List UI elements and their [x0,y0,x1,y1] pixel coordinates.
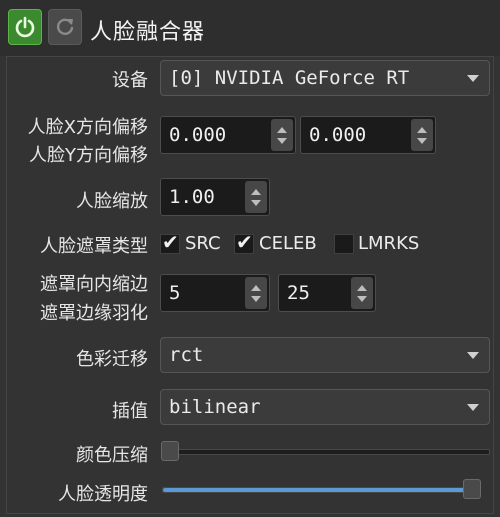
color-compression-slider[interactable] [170,449,490,455]
checkmark-icon: ✔ [236,230,253,254]
lmrks-label: LMRKS [358,233,420,254]
mask-blur-label: 遮罩边缘羽化 [40,303,148,324]
color-compression-label: 颜色压缩 [76,445,148,466]
lmrks-checkbox[interactable] [334,234,354,254]
spin-down-icon[interactable] [277,138,287,144]
interpolation-combo[interactable]: bilinear [160,389,490,425]
offset-y-spinbox[interactable]: 0.000 [300,116,436,154]
device-value: [0] NVIDIA GeForce RT [169,67,410,89]
spin-buttons[interactable] [411,119,433,151]
mask-blur-spinbox[interactable]: 25 [278,274,376,312]
interpolation-value: bilinear [169,396,261,418]
spin-up-icon[interactable] [357,285,367,291]
panel-title: 人脸融合器 [90,20,206,45]
scale-label: 人脸缩放 [76,191,148,212]
power-icon [15,16,35,38]
spin-up-icon[interactable] [251,189,261,195]
color-transfer-value: rct [169,344,204,366]
interpolation-label: 插值 [112,401,148,422]
scale-value: 1.00 [169,186,215,208]
refresh-button[interactable] [48,9,82,45]
chevron-down-icon [467,352,479,359]
spin-down-icon[interactable] [251,296,261,302]
celeb-label: CELEB [259,233,317,254]
offset-x-label: 人脸X方向偏移 [27,117,148,138]
celeb-checkbox[interactable]: ✔ [234,230,254,254]
spin-buttons[interactable] [245,181,267,213]
opacity-handle[interactable] [463,479,481,499]
offset-y-value: 0.000 [309,124,367,146]
spin-buttons[interactable] [351,277,373,309]
color-transfer-label: 色彩迁移 [76,349,148,370]
scale-spinbox[interactable]: 1.00 [160,178,270,216]
src-checkbox[interactable]: ✔ [160,230,180,254]
color-compression-handle[interactable] [161,441,179,461]
mask-erode-value: 5 [169,282,181,304]
offset-y-label: 人脸Y方向偏移 [29,145,148,166]
color-transfer-combo[interactable]: rct [160,337,490,373]
spin-up-icon[interactable] [277,127,287,133]
chevron-down-icon [467,404,479,411]
opacity-fill [163,488,473,492]
chevron-down-icon [467,75,479,82]
face-merger-panel: 人脸融合器 设备 [0] NVIDIA GeForce RT 人脸X方向偏移 人… [0,0,500,517]
mask-erode-spinbox[interactable]: 5 [160,274,270,312]
power-button[interactable] [8,9,42,45]
device-combo[interactable]: [0] NVIDIA GeForce RT [160,60,490,96]
opacity-label: 人脸透明度 [58,484,148,505]
offset-x-value: 0.000 [169,124,227,146]
spin-buttons[interactable] [245,277,267,309]
checkmark-icon: ✔ [162,230,179,254]
offset-x-spinbox[interactable]: 0.000 [160,116,296,154]
spin-down-icon[interactable] [251,200,261,206]
refresh-icon [56,18,74,35]
mask-type-label: 人脸遮罩类型 [40,236,148,257]
mask-erode-label: 遮罩向内缩边 [40,274,148,295]
opacity-slider[interactable] [162,487,474,493]
src-label: SRC [185,233,221,254]
device-label: 设备 [112,70,148,91]
spin-buttons[interactable] [271,119,293,151]
mask-blur-value: 25 [287,282,310,304]
spin-up-icon[interactable] [251,285,261,291]
spin-down-icon[interactable] [357,296,367,302]
spin-up-icon[interactable] [417,127,427,133]
panel-header: 人脸融合器 [0,0,500,56]
spin-down-icon[interactable] [417,138,427,144]
